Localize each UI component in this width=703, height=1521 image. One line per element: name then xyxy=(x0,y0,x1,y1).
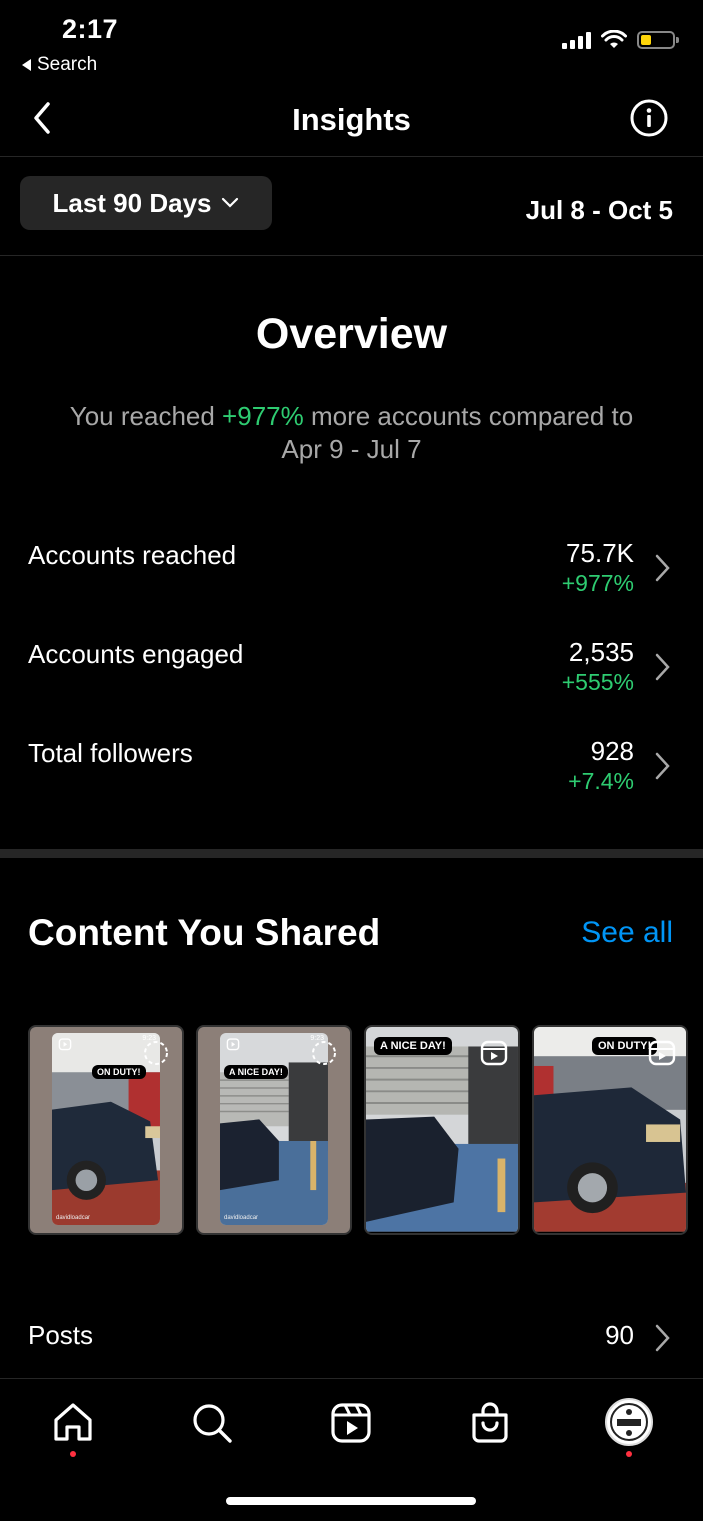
sticker-text: ON DUTY! xyxy=(92,1065,146,1079)
back-triangle-icon xyxy=(22,59,31,71)
profile-avatar[interactable] xyxy=(604,1397,654,1447)
posts-row[interactable]: Posts 90 xyxy=(0,1310,703,1360)
back-to-search[interactable]: Search xyxy=(22,54,97,76)
date-range-selector-label: Last 90 Days xyxy=(52,187,212,218)
overview-title: Overview xyxy=(255,310,448,358)
metric-accounts-reached[interactable]: Accounts reached 75.7K +977% xyxy=(0,532,703,622)
story-progress-icon xyxy=(312,1041,336,1065)
summary-prefix: You reached xyxy=(69,401,223,431)
reel-icon xyxy=(226,1038,240,1051)
content-section-title: Content You Shared xyxy=(28,912,381,953)
chevron-right-icon xyxy=(655,653,670,681)
sticker-text: A NICE DAY! xyxy=(224,1065,288,1079)
content-thumbnails: ON DUTY! davidloadcar 9:23 A NICE DAY! d… xyxy=(28,1025,688,1235)
nav-header: Insights xyxy=(0,82,703,157)
home-icon[interactable] xyxy=(49,1399,97,1447)
date-range-row: Last 90 Days Jul 8 - Oct 5 xyxy=(0,157,703,256)
summary-suffix: more accounts compared to Apr 9 - Jul 7 xyxy=(281,401,634,464)
reel-icon xyxy=(58,1038,72,1051)
status-icons xyxy=(562,30,679,50)
metric-total-followers[interactable]: Total followers 928 +7.4% xyxy=(0,730,703,820)
back-app-label: Search xyxy=(37,54,98,75)
story-time: 9:23 xyxy=(142,1035,156,1042)
metric-change: +555% xyxy=(561,669,634,695)
metric-label: Accounts reached xyxy=(28,540,237,570)
chevron-right-icon xyxy=(655,752,670,780)
metric-value: 75.7K xyxy=(566,538,634,568)
metric-value: 2,535 xyxy=(568,637,634,667)
story-time: 9:23 xyxy=(310,1035,324,1042)
sticker-text: A NICE DAY! xyxy=(374,1037,452,1055)
shop-icon[interactable] xyxy=(466,1399,514,1447)
info-icon[interactable] xyxy=(629,98,669,138)
content-thumbnail-story[interactable]: A NICE DAY! davidloadcar 9:23 xyxy=(196,1025,352,1235)
chevron-right-icon xyxy=(655,1324,670,1352)
reels-icon xyxy=(648,1040,676,1066)
reels-icon xyxy=(480,1040,508,1066)
date-range-selector[interactable]: Last 90 Days xyxy=(20,176,272,230)
posts-label: Posts xyxy=(28,1320,94,1350)
wifi-icon xyxy=(601,30,627,48)
metric-accounts-engaged[interactable]: Accounts engaged 2,535 +555% xyxy=(0,631,703,721)
story-handle: davidloadcar xyxy=(56,1215,91,1221)
story-progress-icon xyxy=(144,1041,168,1065)
cellular-signal-icon xyxy=(562,31,591,49)
see-all-link[interactable]: See all xyxy=(581,916,673,950)
overview-summary: You reached +977% more accounts compared… xyxy=(60,400,643,466)
content-thumbnail-reel[interactable]: ON DUTY! xyxy=(532,1025,688,1235)
notification-dot xyxy=(626,1451,632,1457)
content-thumbnail-story[interactable]: ON DUTY! davidloadcar 9:23 xyxy=(28,1025,184,1235)
metric-change: +977% xyxy=(561,570,634,596)
battery-icon xyxy=(637,31,679,49)
section-divider xyxy=(0,849,703,858)
search-icon[interactable] xyxy=(188,1399,236,1447)
home-indicator[interactable] xyxy=(226,1497,476,1505)
metric-change: +7.4% xyxy=(568,768,634,794)
notification-dot xyxy=(70,1451,76,1457)
reels-icon[interactable] xyxy=(327,1399,375,1447)
metric-label: Total followers xyxy=(28,738,193,768)
metric-value: 928 xyxy=(590,736,634,766)
posts-count: 90 xyxy=(605,1320,634,1350)
content-thumbnail-reel[interactable]: A NICE DAY! xyxy=(364,1025,520,1235)
chevron-right-icon xyxy=(655,554,670,582)
date-range-text: Jul 8 - Oct 5 xyxy=(525,195,673,225)
story-handle: davidloadcar xyxy=(224,1215,259,1221)
page-title: Insights xyxy=(292,102,411,137)
chevron-down-icon xyxy=(222,197,239,208)
summary-change: +977% xyxy=(222,401,304,431)
metric-label: Accounts engaged xyxy=(28,639,244,669)
status-time: 2:17 xyxy=(62,14,119,44)
